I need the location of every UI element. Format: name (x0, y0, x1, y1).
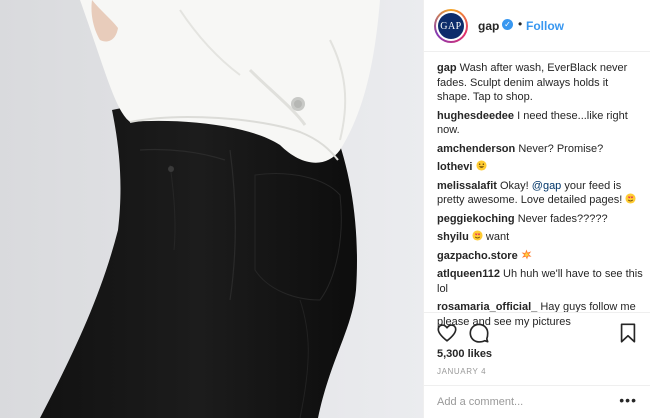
verified-check-icon: ✓ (502, 19, 513, 30)
post-header: GAP gap ✓ • Follow (424, 0, 650, 52)
comment-username[interactable]: melissalafit (437, 180, 497, 192)
mention-link[interactable]: @gap (532, 180, 562, 192)
comment-item: peggiekoching Never fades????? (437, 212, 643, 227)
gap-logo: GAP (438, 13, 464, 39)
more-options-icon[interactable]: ••• (619, 392, 637, 408)
post-actions (424, 312, 650, 352)
speech-bubble-icon[interactable] (468, 322, 490, 344)
caption: gap Wash after wash, EverBlack never fad… (437, 61, 643, 105)
comment-text: Never fades????? (517, 212, 608, 225)
grinning-face-emoji-icon (475, 160, 487, 171)
comment-username[interactable]: atlqueen112 (437, 268, 500, 280)
comment-item: lothevi (437, 160, 643, 175)
comment-username[interactable]: peggiekoching (437, 213, 515, 225)
comment-username[interactable]: lothevi (437, 161, 472, 173)
comment-item: melissalafit Okay! @gap your feed is pre… (437, 179, 643, 208)
comment-item: atlqueen112 Uh huh we'll have to see thi… (437, 267, 643, 296)
comment-username[interactable]: gap (437, 62, 457, 74)
comment-item: shyilu want (437, 230, 643, 245)
post-photo (0, 0, 423, 418)
comment-text: Wash after wash, EverBlack never fades. … (437, 62, 628, 103)
post-image[interactable] (0, 0, 423, 418)
follow-button[interactable]: Follow (526, 19, 564, 33)
comment-text: Okay! (499, 179, 532, 192)
post-date: JANUARY 4 (437, 367, 487, 376)
heart-eyes-face-emoji-icon (625, 193, 636, 204)
comment-username[interactable]: shyilu (437, 231, 469, 243)
comment-text: Never? Promise? (518, 142, 604, 155)
comment-item: hughesdeedee I need these...like right n… (437, 109, 643, 138)
post-side-panel: GAP gap ✓ • Follow gap Wash after wash, … (423, 0, 650, 418)
account-avatar[interactable]: GAP (434, 9, 468, 43)
likes-count[interactable]: 5,300 likes (437, 348, 492, 360)
account-handle[interactable]: gap (478, 19, 499, 33)
header-separator: • (518, 17, 523, 31)
heart-eyes-face-emoji-icon (472, 230, 483, 241)
comment-username[interactable]: gazpacho.store (437, 250, 518, 262)
comment-username[interactable]: hughesdeedee (437, 110, 514, 122)
comment-username[interactable]: amchenderson (437, 143, 515, 155)
comment-list: gap Wash after wash, EverBlack never fad… (437, 61, 643, 333)
bookmark-icon[interactable] (617, 322, 639, 344)
add-comment-bar: Add a comment... ••• (424, 385, 650, 418)
comment-item: gazpacho.store (437, 248, 643, 264)
comment-text: want (482, 231, 510, 243)
comment-item: amchenderson Never? Promise? (437, 142, 643, 157)
heart-outline-icon[interactable] (436, 322, 458, 344)
collision-emoji-icon (521, 248, 532, 260)
add-comment-input[interactable]: Add a comment... (437, 396, 523, 408)
